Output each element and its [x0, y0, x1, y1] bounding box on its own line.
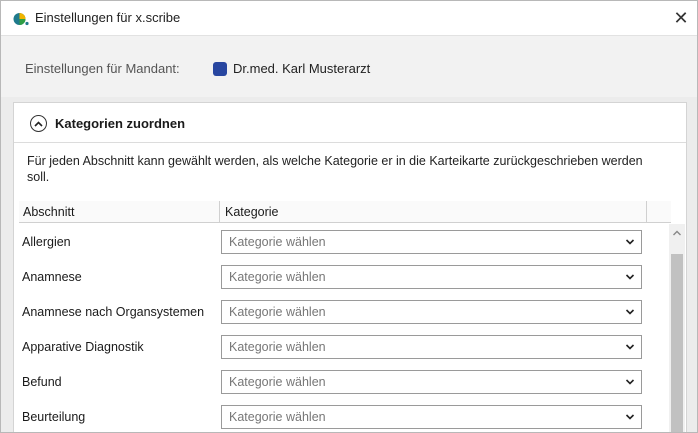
table-header: Abschnitt Kategorie — [19, 201, 671, 223]
chevron-up-circle-icon[interactable] — [30, 115, 47, 132]
table-row: Anamnese Kategorie wählen — [19, 259, 649, 294]
category-select[interactable]: Kategorie wählen — [221, 370, 642, 394]
close-button[interactable]: ✕ — [667, 4, 695, 32]
select-value: Kategorie wählen — [229, 235, 326, 249]
window-title: Einstellungen für x.scribe — [35, 10, 181, 25]
row-label: Apparative Diagnostik — [22, 340, 144, 354]
table-body: Allergien Kategorie wählen Anamnese Kate… — [19, 224, 649, 432]
select-value: Kategorie wählen — [229, 375, 326, 389]
content-area: Kategorien zuordnen Für jeden Abschnitt … — [1, 97, 697, 432]
xscribe-logo-icon — [13, 13, 29, 26]
table-row: Allergien Kategorie wählen — [19, 224, 649, 259]
scroll-up-arrow-icon[interactable] — [672, 229, 682, 237]
select-value: Kategorie wählen — [229, 340, 326, 354]
column-header-abschnitt[interactable]: Abschnitt — [23, 205, 74, 219]
close-icon: ✕ — [673, 7, 689, 28]
row-label: Anamnese — [22, 270, 82, 284]
mandant-bar: Einstellungen für Mandant: Dr.med. Karl … — [1, 35, 697, 97]
column-header-kategorie[interactable]: Kategorie — [225, 205, 279, 219]
settings-window: Einstellungen für x.scribe ✕ Einstellung… — [0, 0, 698, 433]
section-description: Für jeden Abschnitt kann gewählt werden,… — [27, 154, 643, 184]
chevron-down-icon — [625, 379, 635, 385]
chevron-down-icon — [625, 274, 635, 280]
table-row: Befund Kategorie wählen — [19, 364, 649, 399]
mandant-label: Einstellungen für Mandant: — [25, 61, 180, 76]
section-title: Kategorien zuordnen — [55, 116, 186, 131]
category-panel: Kategorien zuordnen Für jeden Abschnitt … — [13, 102, 687, 432]
select-value: Kategorie wählen — [229, 305, 326, 319]
category-select[interactable]: Kategorie wählen — [221, 265, 642, 289]
chevron-down-icon — [625, 309, 635, 315]
section-header[interactable]: Kategorien zuordnen — [14, 103, 686, 143]
title-bar: Einstellungen für x.scribe ✕ — [1, 1, 697, 35]
select-value: Kategorie wählen — [229, 410, 326, 424]
select-value: Kategorie wählen — [229, 270, 326, 284]
category-select[interactable]: Kategorie wählen — [221, 405, 642, 429]
table-row: Apparative Diagnostik Kategorie wählen — [19, 329, 649, 364]
mandant-color-swatch — [213, 62, 227, 76]
row-label: Allergien — [22, 235, 71, 249]
chevron-down-icon — [625, 239, 635, 245]
vertical-scrollbar[interactable] — [669, 224, 685, 432]
row-label: Beurteilung — [22, 410, 86, 424]
row-label: Befund — [22, 375, 62, 389]
table-row: Beurteilung Kategorie wählen — [19, 399, 649, 432]
scrollbar-thumb[interactable] — [671, 254, 683, 432]
chevron-down-icon — [625, 414, 635, 420]
category-select[interactable]: Kategorie wählen — [221, 230, 642, 254]
chevron-down-icon — [625, 344, 635, 350]
column-separator — [646, 201, 647, 223]
mandant-name: Dr.med. Karl Musterarzt — [233, 61, 371, 76]
category-select[interactable]: Kategorie wählen — [221, 300, 642, 324]
row-label: Anamnese nach Organsystemen — [22, 305, 205, 319]
column-separator — [219, 201, 220, 223]
category-select[interactable]: Kategorie wählen — [221, 335, 642, 359]
table-row: Anamnese nach Organsystemen Kategorie wä… — [19, 294, 649, 329]
